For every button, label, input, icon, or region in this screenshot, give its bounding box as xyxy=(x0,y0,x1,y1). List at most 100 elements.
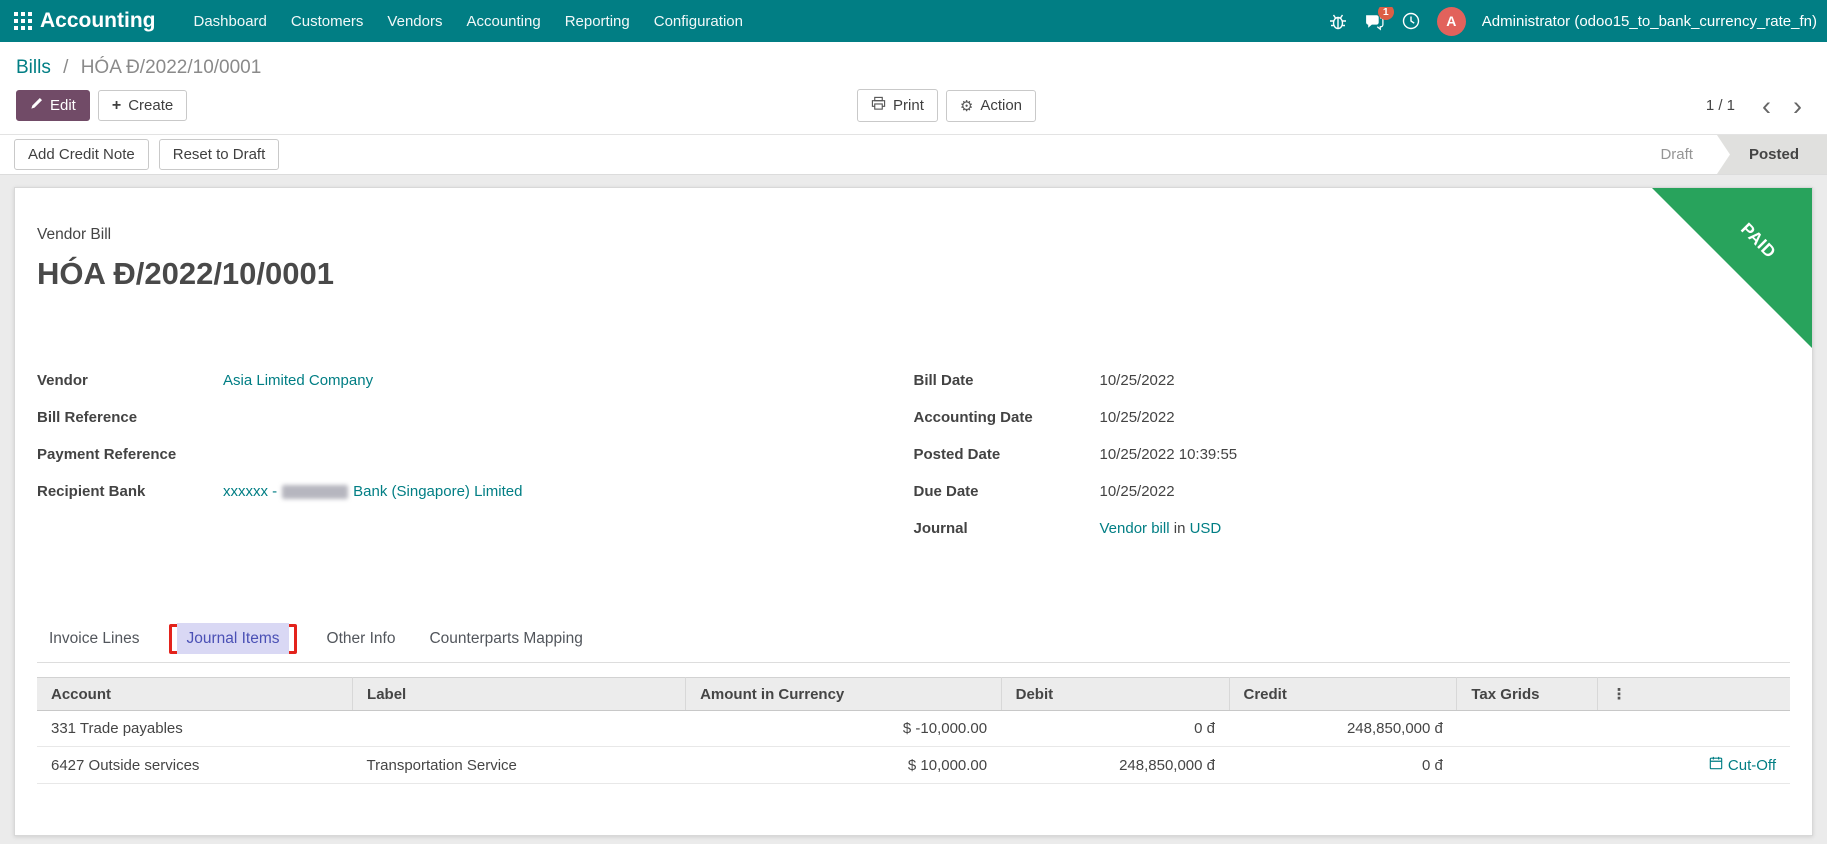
field-group-left: Vendor Asia Limited Company Bill Referen… xyxy=(37,372,914,557)
breadcrumb-separator: / xyxy=(63,57,69,78)
cell-amount-currency[interactable]: $ -10,000.00 xyxy=(685,710,1002,747)
tab-other-info[interactable]: Other Info xyxy=(323,620,400,658)
cell-label[interactable]: Transportation Service xyxy=(352,746,686,784)
cutoff-link[interactable]: Cut-Off xyxy=(1709,756,1776,774)
menu-vendors[interactable]: Vendors xyxy=(375,0,454,42)
table-row[interactable]: 331 Trade payables $ -10,000.00 0 đ 248,… xyxy=(37,710,1790,747)
accounting-date-value: 10/25/2022 xyxy=(1099,409,1175,426)
edit-button[interactable]: Edit xyxy=(16,90,90,121)
annotation-red-box: Journal Items xyxy=(169,622,297,654)
due-date-label: Due Date xyxy=(913,483,979,500)
cell-credit[interactable]: 0 đ xyxy=(1229,746,1457,784)
cell-credit[interactable]: 248,850,000 đ xyxy=(1229,710,1457,747)
menu-customers[interactable]: Customers xyxy=(279,0,376,42)
redacted-bank-name xyxy=(282,485,349,500)
table-header-row: Account Label Amount in Currency Debit C… xyxy=(37,677,1790,711)
user-avatar[interactable]: A xyxy=(1436,6,1466,36)
breadcrumb-current: HÓA Đ/2022/10/0001 xyxy=(80,57,262,78)
col-amount-in-currency[interactable]: Amount in Currency xyxy=(685,677,1002,711)
activities-clock-icon[interactable] xyxy=(1401,11,1421,31)
cell-cutoff[interactable]: Cut-Off xyxy=(1597,746,1790,784)
cell-label[interactable] xyxy=(352,710,686,747)
vendor-label: Vendor xyxy=(37,372,88,389)
pager-value: 1 / 1 xyxy=(1705,97,1736,114)
menu-accounting[interactable]: Accounting xyxy=(454,0,552,42)
cell-account[interactable]: 6427 Outside services xyxy=(37,746,353,784)
menu-dashboard[interactable]: Dashboard xyxy=(182,0,279,42)
accounting-date-label: Accounting Date xyxy=(913,409,1033,426)
reset-to-draft-button[interactable]: Reset to Draft xyxy=(158,139,280,170)
journal-currency-link[interactable]: USD xyxy=(1190,520,1222,537)
due-date-value: 10/25/2022 xyxy=(1099,483,1175,500)
state-posted[interactable]: Posted xyxy=(1716,135,1827,174)
gear-icon: ⚙ xyxy=(959,96,974,115)
debug-bug-icon[interactable] xyxy=(1328,11,1348,31)
posted-date-value: 10/25/2022 10:39:55 xyxy=(1099,446,1238,463)
cell-tax-grids[interactable] xyxy=(1456,746,1598,784)
col-tax-grids[interactable]: Tax Grids xyxy=(1456,677,1598,711)
user-menu[interactable]: Administrator (odoo15_to_bank_currency_r… xyxy=(1482,13,1817,30)
print-button[interactable]: Print xyxy=(857,89,938,122)
printer-icon xyxy=(871,96,886,115)
actions-row: Edit + Create Print ⚙ Action 1 / 1 ‹ › xyxy=(0,83,1827,134)
cell-debit[interactable]: 248,850,000 đ xyxy=(1001,746,1229,784)
apps-menu-icon[interactable] xyxy=(12,12,40,30)
bill-date-label: Bill Date xyxy=(913,372,974,389)
col-account[interactable]: Account xyxy=(37,677,354,711)
action-button[interactable]: ⚙ Action xyxy=(945,89,1037,122)
status-states: Draft Posted xyxy=(1636,135,1827,174)
top-navbar: Accounting Dashboard Customers Vendors A… xyxy=(0,0,1827,42)
cell-extra[interactable] xyxy=(1597,710,1790,747)
vendor-bill-sheet: PAID Vendor Bill HÓA Đ/2022/10/0001 Vend… xyxy=(14,187,1813,836)
app-name[interactable]: Accounting xyxy=(40,9,156,33)
posted-date-label: Posted Date xyxy=(913,446,1001,463)
menu-configuration[interactable]: Configuration xyxy=(642,0,755,42)
journal-value: Vendor bill in USD xyxy=(1100,520,1222,537)
calendar-icon xyxy=(1709,756,1723,774)
bill-date-value: 10/25/2022 xyxy=(1099,372,1175,389)
cell-amount-currency[interactable]: $ 10,000.00 xyxy=(685,746,1002,784)
bill-reference-label: Bill Reference xyxy=(37,409,138,426)
messages-icon[interactable]: 1 xyxy=(1364,6,1394,32)
pager-next-icon[interactable]: › xyxy=(1784,92,1811,119)
statusbar: Add Credit Note Reset to Draft Draft Pos… xyxy=(0,134,1827,175)
journal-in-word: in xyxy=(1173,520,1186,537)
field-groups: Vendor Asia Limited Company Bill Referen… xyxy=(37,372,1790,557)
optional-columns-toggle-icon[interactable]: ⋮ xyxy=(1612,685,1627,703)
form-view: PAID Vendor Bill HÓA Đ/2022/10/0001 Vend… xyxy=(0,175,1827,836)
notebook-tabs: Invoice Lines Journal Items Other Info C… xyxy=(37,615,1790,663)
journal-name-link[interactable]: Vendor bill xyxy=(1100,520,1170,537)
tab-invoice-lines[interactable]: Invoice Lines xyxy=(45,620,143,658)
plus-icon: + xyxy=(111,96,122,114)
pager: 1 / 1 ‹ › xyxy=(1705,92,1811,119)
journal-label: Journal xyxy=(913,520,968,537)
col-debit[interactable]: Debit xyxy=(1001,677,1230,711)
journal-items-table: Account Label Amount in Currency Debit C… xyxy=(37,677,1790,784)
document-type-label: Vendor Bill xyxy=(37,226,112,243)
recipient-bank-value[interactable]: xxxxxx - Bank (Singapore) Limited xyxy=(223,483,522,500)
breadcrumb-bills-link[interactable]: Bills xyxy=(16,57,51,78)
cell-tax-grids[interactable] xyxy=(1456,710,1598,747)
nav-systray: 1 A Administrator (odoo15_to_bank_curren… xyxy=(1328,6,1817,36)
field-group-right: Bill Date 10/25/2022 Accounting Date 10/… xyxy=(914,372,1791,557)
state-draft[interactable]: Draft xyxy=(1636,135,1717,174)
cell-debit[interactable]: 0 đ xyxy=(1001,710,1229,747)
col-label[interactable]: Label xyxy=(352,677,687,711)
pencil-icon xyxy=(30,97,43,114)
pager-previous-icon[interactable]: ‹ xyxy=(1753,92,1780,119)
create-button[interactable]: + Create xyxy=(97,90,188,121)
menu-reporting[interactable]: Reporting xyxy=(553,0,642,42)
main-menu: Dashboard Customers Vendors Accounting R… xyxy=(182,0,755,42)
vendor-value-link[interactable]: Asia Limited Company xyxy=(223,372,373,389)
cell-account[interactable]: 331 Trade payables xyxy=(37,710,353,747)
messages-count-badge: 1 xyxy=(1377,6,1394,20)
tab-counterparts-mapping[interactable]: Counterparts Mapping xyxy=(425,620,586,658)
tab-journal-items[interactable]: Journal Items xyxy=(177,622,289,654)
add-credit-note-button[interactable]: Add Credit Note xyxy=(14,139,149,170)
control-panel: Bills / HÓA Đ/2022/10/0001 Edit + Create xyxy=(0,42,1827,175)
breadcrumb: Bills / HÓA Đ/2022/10/0001 xyxy=(0,42,1827,83)
col-credit[interactable]: Credit xyxy=(1229,677,1458,711)
recipient-bank-label: Recipient Bank xyxy=(37,483,146,500)
table-row[interactable]: 6427 Outside services Transportation Ser… xyxy=(37,746,1790,784)
document-title: HÓA Đ/2022/10/0001 xyxy=(37,256,334,291)
